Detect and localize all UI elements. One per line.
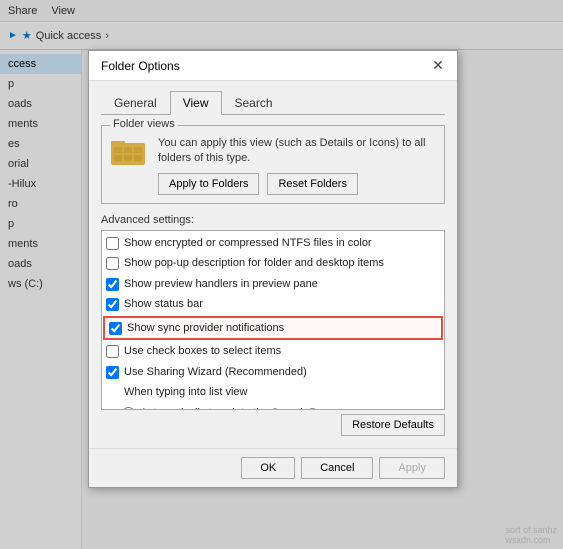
label-show-status: Show status bar	[124, 296, 203, 313]
dialog-body: General View Search Folder views	[89, 81, 457, 448]
folder-views-content: You can apply this view (such as Details…	[110, 136, 436, 195]
watermark: sort of sanhzwsxdn.com	[505, 525, 557, 545]
checkbox-show-preview[interactable]	[106, 278, 119, 291]
folder-icon	[110, 136, 148, 168]
label-show-encrypted: Show encrypted or compressed NTFS files …	[124, 235, 372, 252]
tab-view[interactable]: View	[170, 91, 222, 115]
folder-views-label: Folder views	[110, 118, 178, 130]
settings-list: Show encrypted or compressed NTFS files …	[102, 231, 444, 410]
folder-options-dialog: Folder Options ✕ General View Search Fol…	[88, 50, 458, 488]
label-use-checkboxes: Use check boxes to select items	[124, 343, 281, 360]
label-show-popup: Show pop-up description for folder and d…	[124, 255, 384, 272]
dialog-close-button[interactable]: ✕	[427, 55, 449, 77]
cancel-button[interactable]: Cancel	[301, 457, 373, 479]
dialog-title: Folder Options	[101, 59, 180, 73]
advanced-settings-area: Advanced settings: Show encrypted or com…	[101, 214, 445, 438]
advanced-settings-label: Advanced settings:	[101, 214, 445, 226]
label-use-sharing: Use Sharing Wizard (Recommended)	[124, 364, 307, 381]
setting-show-preview: Show preview handlers in preview pane	[102, 274, 444, 295]
ok-button[interactable]: OK	[241, 457, 295, 479]
setting-show-popup: Show pop-up description for folder and d…	[102, 253, 444, 274]
checkbox-use-sharing[interactable]	[106, 366, 119, 379]
checkbox-show-encrypted[interactable]	[106, 237, 119, 250]
reset-folders-button[interactable]: Reset Folders	[267, 173, 357, 195]
setting-use-checkboxes: Use check boxes to select items	[102, 341, 444, 362]
tab-search[interactable]: Search	[222, 91, 286, 115]
settings-list-container[interactable]: Show encrypted or compressed NTFS files …	[101, 230, 445, 410]
radio-auto-type[interactable]	[122, 407, 135, 410]
apply-button[interactable]: Apply	[379, 457, 445, 479]
dialog-titlebar: Folder Options ✕	[89, 51, 457, 81]
label-auto-type: Automatically type into the Search Box	[140, 405, 328, 410]
setting-show-status: Show status bar	[102, 294, 444, 315]
setting-show-encrypted: Show encrypted or compressed NTFS files …	[102, 233, 444, 254]
folder-views-right: You can apply this view (such as Details…	[158, 136, 436, 195]
label-when-typing: When typing into list view	[124, 384, 248, 401]
checkbox-show-popup[interactable]	[106, 257, 119, 270]
folder-views-section: Folder views	[101, 125, 445, 204]
tab-general[interactable]: General	[101, 91, 170, 115]
setting-when-typing-header: When typing into list view	[102, 382, 444, 403]
setting-show-sync: Show sync provider notifications	[103, 316, 443, 341]
checkbox-show-sync[interactable]	[109, 322, 122, 335]
setting-auto-type: Automatically type into the Search Box	[102, 403, 444, 410]
tab-bar: General View Search	[101, 91, 445, 115]
folder-views-description: You can apply this view (such as Details…	[158, 136, 436, 167]
restore-defaults-button[interactable]: Restore Defaults	[341, 414, 445, 436]
apply-to-folders-button[interactable]: Apply to Folders	[158, 173, 259, 195]
checkbox-show-status[interactable]	[106, 298, 119, 311]
label-show-sync: Show sync provider notifications	[127, 320, 284, 337]
label-show-preview: Show preview handlers in preview pane	[124, 276, 318, 293]
folder-views-buttons: Apply to Folders Reset Folders	[158, 173, 436, 195]
setting-use-sharing: Use Sharing Wizard (Recommended)	[102, 362, 444, 383]
dialog-footer: OK Cancel Apply	[89, 448, 457, 487]
restore-defaults-row: Restore Defaults	[101, 410, 445, 438]
checkbox-use-checkboxes[interactable]	[106, 345, 119, 358]
